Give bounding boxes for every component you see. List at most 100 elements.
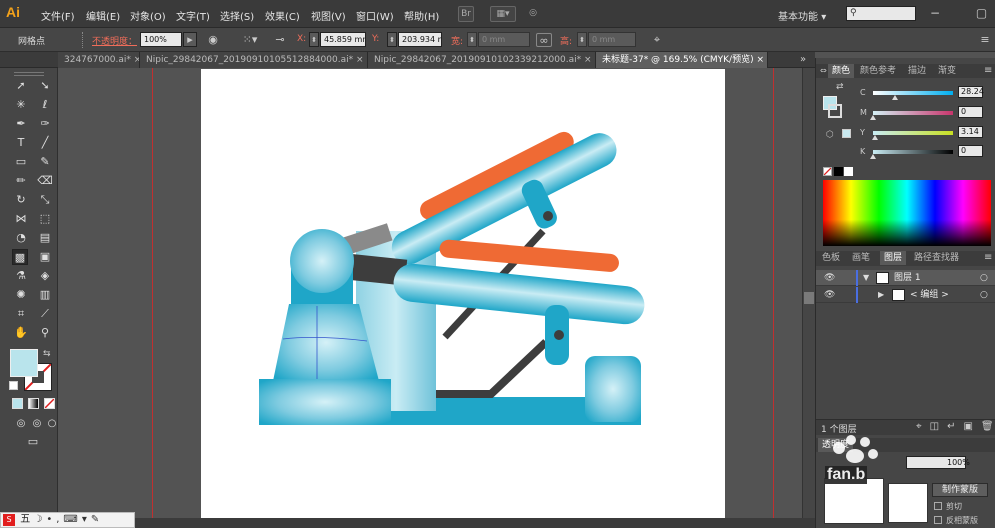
none-swatch[interactable] — [823, 167, 832, 176]
gpu-performance-icon[interactable]: ◎ — [524, 6, 542, 22]
channel-k-value[interactable]: 0 — [958, 145, 983, 157]
tab-brushes[interactable]: 画笔 — [848, 251, 874, 265]
menu-effect[interactable]: 效果(C) — [265, 8, 300, 23]
collapse-icon[interactable]: ⇔ — [820, 66, 827, 75]
artboard[interactable] — [201, 69, 725, 524]
ime-toolbar[interactable]: S 五 ☽•,⌨▾✎ — [0, 512, 135, 528]
none-mode-icon[interactable] — [44, 398, 55, 409]
curvature-tool-icon[interactable]: ✑ — [37, 116, 53, 132]
channel-k-slider[interactable] — [873, 150, 953, 154]
tab-pathfinder[interactable]: 路径查找器 — [910, 251, 963, 265]
symbol-sprayer-tool-icon[interactable]: ✺ — [13, 287, 29, 303]
document-tab[interactable]: 324767000.ai* × — [58, 52, 140, 68]
disclosure-triangle-icon[interactable]: ▼ — [863, 270, 869, 286]
blend-tool-icon[interactable]: ◈ — [37, 268, 53, 284]
constrain-proportions-link-icon[interactable]: ∞ — [536, 33, 552, 47]
width-input[interactable]: 0 mm — [478, 32, 530, 47]
channel-k-value-box[interactable]: 0 — [958, 145, 983, 157]
tab-swatches[interactable]: 色板 — [818, 251, 844, 265]
layers-footer-buttons[interactable]: ⌖◫↵▣🗑 — [916, 421, 995, 432]
menu-object[interactable]: 对象(O) — [130, 8, 166, 23]
x-stepper[interactable]: ⬍ — [309, 32, 319, 47]
menu-text[interactable]: 文字(T) — [176, 8, 210, 23]
default-colors-icon[interactable] — [9, 381, 18, 390]
layer-name[interactable]: 图层 1 — [894, 270, 921, 286]
help-search-input[interactable]: ⚲ — [846, 6, 916, 21]
channel-m-slider[interactable] — [873, 111, 953, 115]
channel-y-value[interactable]: 3.14 — [958, 126, 983, 138]
draw-behind-icon[interactable]: ◎ — [29, 416, 45, 432]
in-gamut-swatch[interactable] — [842, 129, 851, 138]
menu-help[interactable]: 帮助(H) — [404, 8, 439, 23]
front-head-ball[interactable] — [290, 229, 354, 293]
transform-icon[interactable]: ⌖ — [650, 33, 664, 47]
paintbrush-tool-icon[interactable]: ✎ — [37, 154, 53, 170]
group-name[interactable]: < 编组 > — [910, 287, 949, 303]
channel-y-slider-handle[interactable] — [872, 135, 879, 140]
channel-y-value-box[interactable]: 3.14 — [958, 126, 983, 138]
width-stepper[interactable]: ⬍ — [467, 32, 477, 47]
type-tool-icon[interactable]: T — [13, 135, 29, 151]
tab-overflow-icon[interactable]: » — [800, 54, 806, 65]
cmyk-stroke-swatch[interactable] — [828, 104, 842, 118]
target-circle-icon[interactable]: ○ — [980, 270, 988, 286]
fill-swatch[interactable] — [10, 349, 38, 377]
document-tab[interactable]: Nipic_29842067_20190910102339212000.ai* … — [368, 52, 596, 68]
eyedropper-tool-icon[interactable]: ⚗ — [13, 268, 29, 284]
align-icon[interactable]: ⊸ — [272, 33, 288, 47]
x-input[interactable]: 45.859 mm — [320, 32, 366, 47]
scrollbar-thumb[interactable] — [804, 292, 814, 304]
mesh-tool-icon[interactable]: ▩ — [12, 249, 28, 265]
channel-c-value-box[interactable]: 28.24 — [958, 86, 984, 98]
artboard-tool-icon[interactable]: ⌗ — [13, 306, 29, 322]
swap-fill-stroke-icon[interactable]: ⇆ — [43, 349, 51, 359]
tab-color-guide[interactable]: 颜色参考 — [856, 64, 900, 78]
target-circle-icon[interactable]: ○ — [980, 287, 988, 303]
channel-k-slider-handle[interactable] — [870, 154, 876, 159]
swap-colors-icon[interactable]: ⇄ — [836, 82, 844, 92]
tab-color[interactable]: 颜色 — [828, 64, 855, 78]
panel-menu-icon[interactable]: ≡ — [984, 252, 992, 263]
screen-mode-icon[interactable]: ▭ — [24, 434, 42, 450]
ime-status-icons[interactable]: ☽•,⌨▾✎ — [33, 514, 103, 525]
ime-mode-label[interactable]: 五 — [20, 514, 30, 525]
tab-gradient[interactable]: 渐变 — [934, 64, 960, 78]
draw-normal-icon[interactable]: ◎ — [13, 416, 29, 432]
reference-point-icon[interactable]: ⁙▾ — [240, 33, 260, 47]
color-spectrum[interactable] — [823, 180, 991, 246]
slice-tool-icon[interactable]: ⟋ — [37, 306, 53, 322]
menu-view[interactable]: 视图(V) — [311, 8, 346, 23]
arrange-documents-button[interactable]: ▦▾ — [490, 6, 516, 22]
pen-tool-icon[interactable]: ✒ — [13, 116, 29, 132]
control-panel-menu-icon[interactable]: ≡ — [978, 33, 992, 47]
visibility-eye-icon[interactable]: 👁 — [824, 270, 835, 286]
rotate-tool-icon[interactable]: ↻ — [13, 192, 29, 208]
disclosure-triangle-icon[interactable]: ▶ — [878, 287, 884, 303]
bridge-button[interactable]: Br — [458, 6, 474, 22]
exercise-machine-artwork[interactable] — [201, 69, 725, 524]
y-stepper[interactable]: ⬍ — [387, 32, 397, 47]
shape-builder-tool-icon[interactable]: ◔ — [13, 230, 29, 246]
zoom-tool-icon[interactable]: ⚲ — [37, 325, 53, 341]
workspace-switcher[interactable]: 基本功能 ▾ — [778, 8, 826, 23]
layer-row[interactable]: 👁 ▶ < 编组 > ○ — [816, 287, 995, 303]
column-graph-tool-icon[interactable]: ▥ — [37, 287, 53, 303]
selection-tool-icon[interactable]: ➚ — [13, 78, 29, 94]
magic-wand-tool-icon[interactable]: ✳ — [13, 97, 29, 113]
front-block[interactable] — [259, 379, 391, 425]
opacity-input[interactable]: 100% — [140, 32, 182, 47]
height-input[interactable]: 0 mm — [588, 32, 636, 47]
gradient-tool-icon[interactable]: ▣ — [37, 249, 53, 265]
recolor-artwork-icon[interactable]: ◉ — [206, 33, 220, 47]
gradient-mode-icon[interactable] — [28, 398, 39, 409]
color-mode-icon[interactable] — [12, 398, 23, 409]
width-tool-icon[interactable]: ⋈ — [13, 211, 29, 227]
tab-stroke[interactable]: 描边 — [904, 64, 930, 78]
perspective-grid-tool-icon[interactable]: ▤ — [37, 230, 53, 246]
eraser-tool-icon[interactable]: ⌫ — [37, 173, 53, 189]
visibility-eye-icon[interactable]: 👁 — [824, 287, 835, 303]
black-swatch[interactable] — [834, 167, 843, 176]
vertical-scrollbar[interactable] — [802, 68, 815, 523]
direct-selection-tool-icon[interactable]: ➘ — [37, 78, 53, 94]
rear-block[interactable] — [585, 356, 641, 422]
